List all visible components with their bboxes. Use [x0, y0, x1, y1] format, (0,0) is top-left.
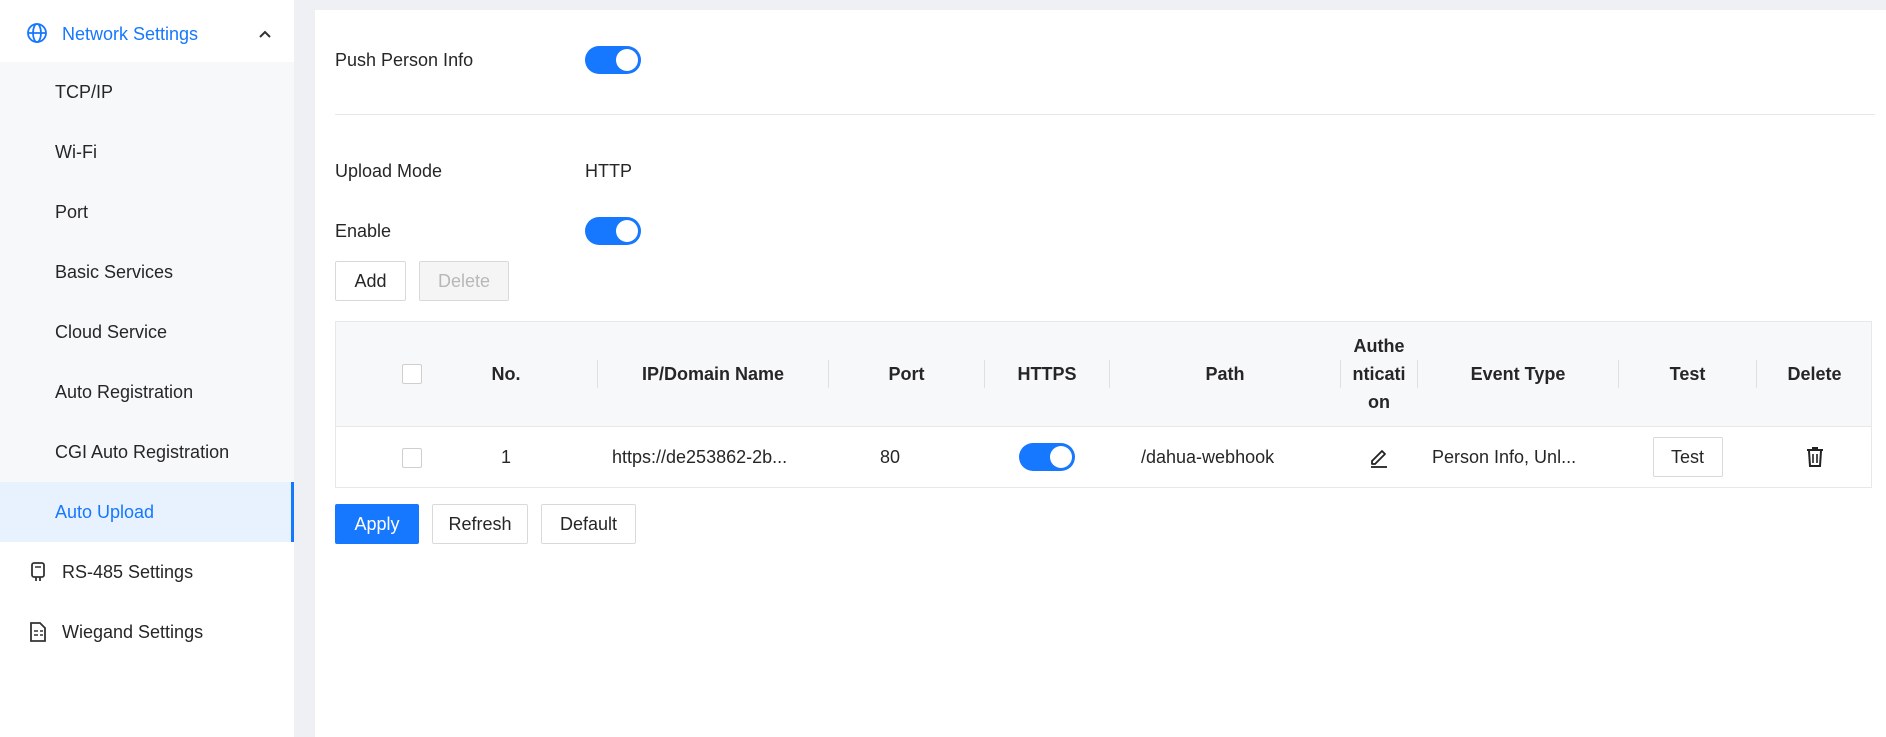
th-authentication-line: on — [1368, 392, 1390, 412]
cell-port: 80 — [880, 446, 901, 467]
toggle-knob — [1050, 446, 1072, 468]
table-header: No. IP/Domain Name Port HTTPS Path Authe… — [336, 322, 1871, 427]
enable-label: Enable — [335, 221, 392, 241]
refresh-button[interactable]: Refresh — [432, 504, 528, 544]
sidebar-item-label: Wi-Fi — [55, 141, 97, 162]
cell-delete — [1757, 427, 1872, 487]
edit-icon[interactable] — [1368, 446, 1390, 468]
chevron-up-icon[interactable] — [258, 28, 272, 40]
sidebar-item-label: Auto Registration — [55, 381, 194, 402]
cell-ip-domain: https://de253862-2b... — [612, 446, 788, 467]
wiegand-icon — [30, 622, 46, 642]
nav-item-wiegand-settings[interactable]: Wiegand Settings — [0, 602, 294, 662]
push-person-info-toggle[interactable] — [585, 46, 641, 74]
cell-test: Test — [1619, 427, 1756, 487]
sidebar-item-label: CGI Auto Registration — [55, 441, 230, 462]
th-authentication: Authe nticati on — [1341, 322, 1417, 426]
th-https: HTTPS — [1017, 364, 1077, 384]
upload-server-table: No. IP/Domain Name Port HTTPS Path Authe… — [335, 321, 1872, 488]
sidebar-item-auto-upload[interactable]: Auto Upload — [0, 482, 294, 542]
cell-path: /dahua-webhook — [1141, 446, 1275, 467]
th-test: Test — [1669, 364, 1706, 384]
select-all-checkbox[interactable] — [402, 364, 422, 384]
upload-mode-label: Upload Mode — [335, 161, 443, 181]
apply-button[interactable]: Apply — [335, 504, 419, 544]
sidebar-item-label: Cloud Service — [55, 321, 168, 342]
row-checkbox[interactable] — [402, 448, 422, 468]
th-no: No. — [491, 364, 521, 384]
th-authentication-line: Authe — [1353, 336, 1405, 356]
nav-item-label: RS-485 Settings — [62, 561, 194, 582]
nav-group-label: Network Settings — [62, 23, 199, 44]
cell-no: 1 — [500, 446, 511, 467]
nav-item-label: Wiegand Settings — [62, 621, 204, 642]
th-port: Port — [888, 364, 925, 384]
sidebar-item-cloud-service[interactable]: Cloud Service — [0, 302, 294, 362]
toggle-knob — [616, 220, 638, 242]
cell-https — [985, 427, 1109, 487]
divider — [335, 114, 1875, 115]
th-path: Path — [1205, 364, 1245, 384]
sidebar-item-wifi[interactable]: Wi-Fi — [0, 122, 294, 182]
upload-mode-value: HTTP — [585, 161, 632, 181]
th-authentication-line: nticati — [1352, 364, 1406, 384]
nav-group-network-settings[interactable]: Network Settings — [0, 6, 294, 62]
rs485-icon — [31, 562, 45, 581]
enable-toggle[interactable] — [585, 217, 641, 245]
sidebar-item-tcp-ip[interactable]: TCP/IP — [0, 62, 294, 122]
network-submenu: TCP/IP Wi-Fi Port Basic Services Cloud S… — [0, 62, 294, 542]
add-button[interactable]: Add — [335, 261, 406, 301]
cell-authentication — [1341, 427, 1417, 487]
sidebar-item-label: Port — [55, 201, 89, 222]
globe-icon — [27, 23, 47, 43]
nav-item-rs485-settings[interactable]: RS-485 Settings — [0, 542, 294, 602]
th-ip-domain: IP/Domain Name — [641, 364, 785, 384]
sidebar-item-port[interactable]: Port — [0, 182, 294, 242]
cell-event-type: Person Info, Unl... — [1432, 446, 1577, 467]
sidebar-item-auto-registration[interactable]: Auto Registration — [0, 362, 294, 422]
default-button[interactable]: Default — [541, 504, 636, 544]
sidebar-item-label: TCP/IP — [55, 81, 114, 102]
th-event-type: Event Type — [1470, 364, 1566, 384]
th-delete: Delete — [1787, 364, 1842, 384]
trash-icon[interactable] — [1805, 446, 1825, 468]
toggle-knob — [616, 49, 638, 71]
test-button[interactable]: Test — [1652, 437, 1723, 477]
delete-button[interactable]: Delete — [419, 261, 509, 301]
sidebar-item-label: Basic Services — [55, 261, 174, 282]
sidebar-item-label: Auto Upload — [55, 501, 155, 522]
push-person-info-label: Push Person Info — [335, 50, 474, 70]
sidebar-item-cgi-auto-registration[interactable]: CGI Auto Registration — [0, 422, 294, 482]
sidebar: Network Settings TCP/IP Wi-Fi Port Basic… — [0, 0, 294, 737]
main-panel: Push Person Info Upload Mode HTTP Enable… — [315, 10, 1886, 737]
sidebar-item-basic-services[interactable]: Basic Services — [0, 242, 294, 302]
https-toggle[interactable] — [1019, 443, 1075, 471]
